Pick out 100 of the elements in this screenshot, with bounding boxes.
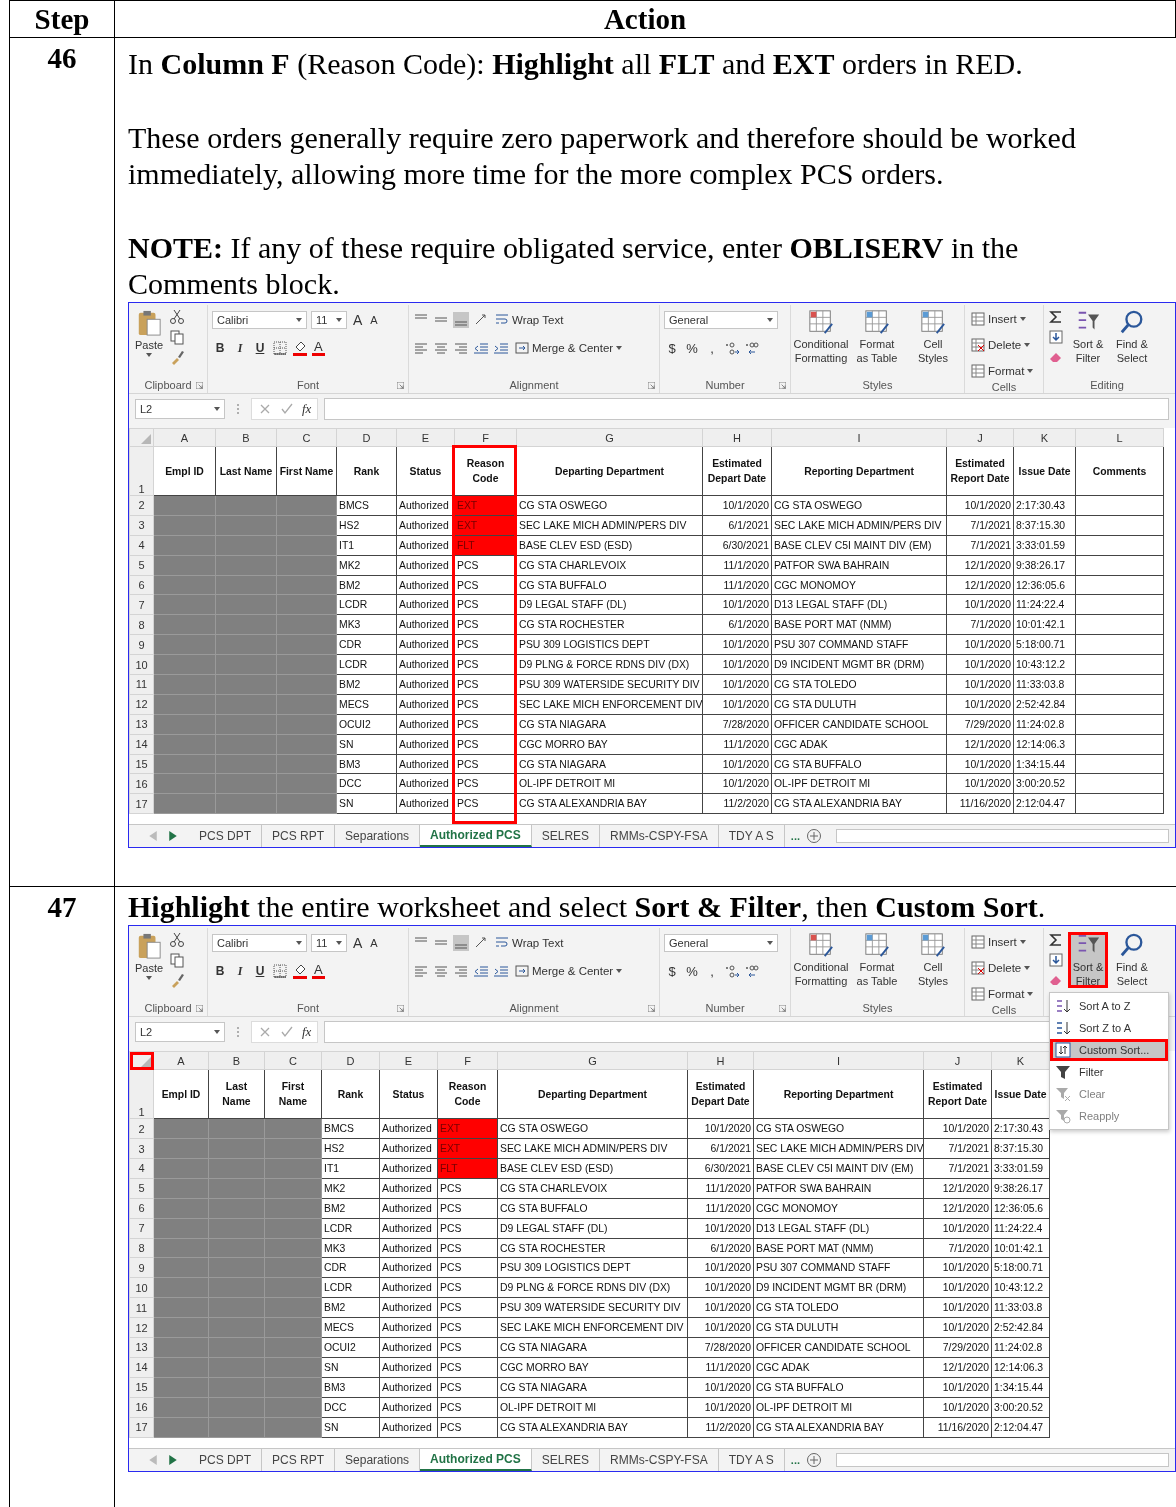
bold-button[interactable]: B bbox=[212, 341, 228, 355]
find-select-button[interactable]: Find & Select bbox=[1112, 932, 1152, 989]
menu-item[interactable]: Sort A to Z bbox=[1050, 995, 1168, 1018]
font-color-button[interactable]: A bbox=[312, 963, 325, 979]
column-letter[interactable]: G bbox=[497, 1051, 688, 1070]
row-number[interactable]: 11 bbox=[129, 1297, 154, 1318]
row-number[interactable]: 2 bbox=[129, 495, 154, 516]
styles-button[interactable]: Conditional Formatting bbox=[795, 932, 847, 989]
align-center-icon[interactable] bbox=[433, 340, 449, 356]
row-number[interactable]: 14 bbox=[129, 1357, 154, 1378]
row-number[interactable]: 10 bbox=[129, 654, 154, 675]
sheet-tab[interactable]: PCS RPT bbox=[262, 1448, 336, 1471]
borders-icon[interactable] bbox=[272, 963, 288, 980]
font-color-button[interactable]: A bbox=[312, 340, 325, 356]
row-number[interactable]: 1 bbox=[129, 1069, 154, 1119]
increase-decimal-icon[interactable] bbox=[724, 963, 740, 980]
row-number[interactable]: 8 bbox=[129, 1238, 154, 1258]
row-number[interactable]: 3 bbox=[129, 515, 154, 536]
align-left-icon[interactable] bbox=[413, 963, 429, 980]
decrease-decimal-icon[interactable] bbox=[744, 963, 760, 980]
sheet-tab[interactable]: PCS RPT bbox=[262, 825, 336, 848]
check-icon[interactable] bbox=[280, 402, 294, 416]
font-family-dropdown[interactable]: Calibri bbox=[212, 934, 307, 953]
column-letter[interactable]: I bbox=[753, 1051, 924, 1070]
launcher-icon[interactable] bbox=[196, 381, 203, 389]
currency-button[interactable]: $ bbox=[664, 963, 680, 979]
row-number[interactable]: 6 bbox=[129, 575, 154, 595]
row-number[interactable]: 4 bbox=[129, 1158, 154, 1179]
sheet-tab[interactable]: Authorized PCS bbox=[420, 825, 532, 848]
column-letter[interactable]: J bbox=[946, 428, 1014, 447]
cells-menu-button[interactable]: Delete bbox=[969, 335, 1039, 355]
sum-icon[interactable] bbox=[1048, 309, 1064, 325]
row-number[interactable]: 8 bbox=[129, 614, 154, 635]
column-letter[interactable]: B bbox=[215, 428, 277, 447]
wrap-text-button[interactable]: Wrap Text bbox=[493, 313, 566, 327]
row-number[interactable]: 15 bbox=[129, 1377, 154, 1398]
copy-icon[interactable] bbox=[169, 329, 186, 345]
scroll-left-icon[interactable] bbox=[149, 831, 157, 842]
column-letter[interactable]: L bbox=[1075, 428, 1164, 447]
percent-button[interactable]: % bbox=[684, 963, 700, 979]
find-select-button[interactable]: Find & Select bbox=[1112, 309, 1152, 365]
scroll-left-icon[interactable] bbox=[149, 1454, 157, 1465]
fill-down-icon[interactable] bbox=[1048, 952, 1064, 969]
column-letter[interactable]: F bbox=[454, 428, 517, 447]
comma-button[interactable]: , bbox=[704, 963, 720, 979]
add-sheet-icon[interactable] bbox=[806, 1451, 822, 1468]
launcher-icon[interactable] bbox=[397, 1004, 404, 1012]
row-number[interactable]: 7 bbox=[129, 594, 154, 615]
row-number[interactable]: 16 bbox=[129, 1397, 154, 1418]
column-letter[interactable]: F bbox=[437, 1051, 498, 1070]
paste-button[interactable]: Paste bbox=[133, 932, 166, 981]
column-letter[interactable]: H bbox=[702, 428, 772, 447]
name-box[interactable]: L2 bbox=[135, 1022, 225, 1043]
row-number[interactable]: 5 bbox=[129, 555, 154, 576]
column-letter[interactable]: J bbox=[923, 1051, 992, 1070]
sheet-tab[interactable]: SELRES bbox=[531, 1448, 601, 1471]
increase-indent-icon[interactable] bbox=[493, 340, 509, 356]
currency-button[interactable]: $ bbox=[664, 340, 680, 356]
launcher-icon[interactable] bbox=[648, 1004, 655, 1012]
italic-button[interactable]: I bbox=[232, 340, 248, 356]
column-letter[interactable]: C bbox=[264, 1051, 322, 1070]
decrease-indent-icon[interactable] bbox=[473, 340, 489, 356]
align-center-icon[interactable] bbox=[433, 963, 449, 980]
row-number[interactable]: 3 bbox=[129, 1138, 154, 1159]
sheet-tab[interactable]: RMMs-CSPY-FSA bbox=[600, 825, 719, 848]
select-all-button[interactable] bbox=[129, 1051, 154, 1070]
sheet-tab[interactable]: RMMs-CSPY-FSA bbox=[600, 1448, 719, 1471]
row-number[interactable]: 6 bbox=[129, 1198, 154, 1219]
number-format-dropdown[interactable]: General bbox=[664, 934, 778, 953]
scroll-right-icon[interactable] bbox=[169, 831, 177, 842]
sort-filter-button[interactable]: Sort & Filter bbox=[1068, 309, 1108, 365]
scissors-icon[interactable] bbox=[169, 932, 186, 949]
merge-center-button[interactable]: Merge & Center bbox=[513, 964, 625, 979]
more-tabs-button[interactable]: ... bbox=[784, 1453, 806, 1466]
fill-down-icon[interactable] bbox=[1048, 329, 1064, 345]
row-number[interactable]: 12 bbox=[129, 694, 154, 715]
styles-button[interactable]: Format as Table bbox=[851, 309, 903, 365]
insert-function-button[interactable]: fx bbox=[302, 401, 312, 417]
sheet-tab[interactable]: Authorized PCS bbox=[420, 1448, 532, 1471]
merge-center-button[interactable]: Merge & Center bbox=[513, 341, 625, 355]
bold-button[interactable]: B bbox=[212, 964, 228, 979]
comma-button[interactable]: , bbox=[704, 340, 720, 356]
italic-button[interactable]: I bbox=[232, 963, 248, 979]
fill-color-icon[interactable] bbox=[292, 340, 308, 356]
sheet-tab[interactable]: TDY A S bbox=[718, 825, 785, 848]
horizontal-scrollbar[interactable] bbox=[836, 1452, 1169, 1467]
fill-color-icon[interactable] bbox=[292, 963, 308, 980]
formula-field[interactable] bbox=[324, 398, 1169, 420]
number-format-dropdown[interactable]: General bbox=[664, 311, 778, 329]
row-number[interactable]: 17 bbox=[129, 1417, 154, 1437]
insert-function-button[interactable]: fx bbox=[302, 1024, 312, 1041]
align-bottom-icon[interactable] bbox=[453, 935, 469, 952]
cells-menu-button[interactable]: Format bbox=[969, 984, 1039, 1005]
row-number[interactable]: 7 bbox=[129, 1218, 154, 1239]
row-number[interactable]: 9 bbox=[129, 1258, 154, 1278]
increase-indent-icon[interactable] bbox=[493, 963, 509, 980]
row-number[interactable]: 1 bbox=[129, 446, 154, 496]
paste-button[interactable]: Paste bbox=[133, 309, 166, 357]
row-number[interactable]: 11 bbox=[129, 674, 154, 695]
column-letter[interactable]: G bbox=[516, 428, 703, 447]
